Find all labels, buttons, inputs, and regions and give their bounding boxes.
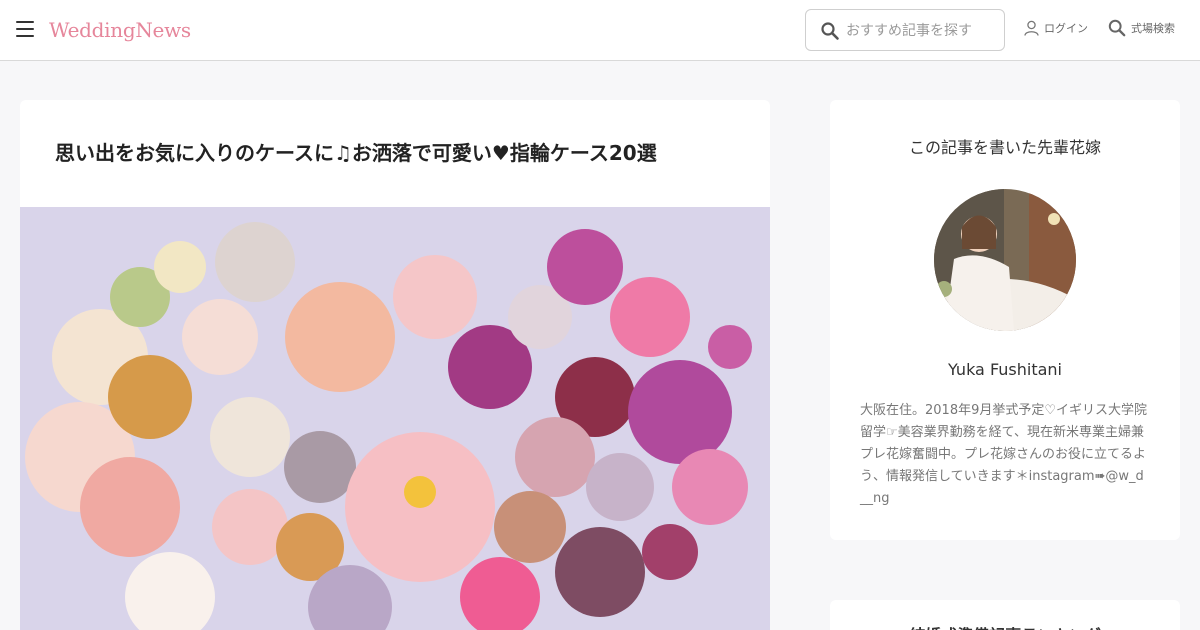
- login-link[interactable]: ログイン: [1024, 20, 1088, 36]
- search-icon: [1108, 19, 1126, 37]
- venue-search-label: 式場検索: [1131, 22, 1175, 35]
- ranking-title: 結婚式準備記事ランキング: [830, 622, 1180, 630]
- site-header: WeddingNews ログイン 式場検索: [0, 0, 1200, 61]
- author-avatar[interactable]: [934, 189, 1076, 331]
- login-label: ログイン: [1044, 22, 1088, 35]
- hero-image: [20, 207, 770, 630]
- author-name[interactable]: Yuka Fushitani: [830, 360, 1180, 379]
- author-card-heading: この記事を書いた先輩花嫁: [908, 138, 1101, 157]
- author-bio: 大阪在住。2018年9月挙式予定♡イギリス大学院留学☞美容業界勤務を経て、現在新…: [860, 403, 1148, 506]
- site-logo[interactable]: WeddingNews: [49, 18, 191, 42]
- menu-icon[interactable]: [16, 21, 34, 37]
- search-input[interactable]: [846, 18, 996, 44]
- article-card: 思い出をお気に入りのケースに♫お洒落で可愛い♥指輪ケース20選: [20, 100, 770, 630]
- author-card: この記事を書いた先輩花嫁 Yuka Fushitani 大阪在住。2018年9月…: [830, 100, 1180, 540]
- search-box[interactable]: [805, 9, 1005, 51]
- article-title: 思い出をお気に入りのケースに♫お洒落で可愛い♥指輪ケース20選: [55, 141, 657, 165]
- search-icon: [821, 22, 839, 40]
- ranking-card: 結婚式準備記事ランキング: [830, 600, 1180, 630]
- venue-search-link[interactable]: 式場検索: [1108, 19, 1175, 37]
- user-icon: [1024, 20, 1039, 36]
